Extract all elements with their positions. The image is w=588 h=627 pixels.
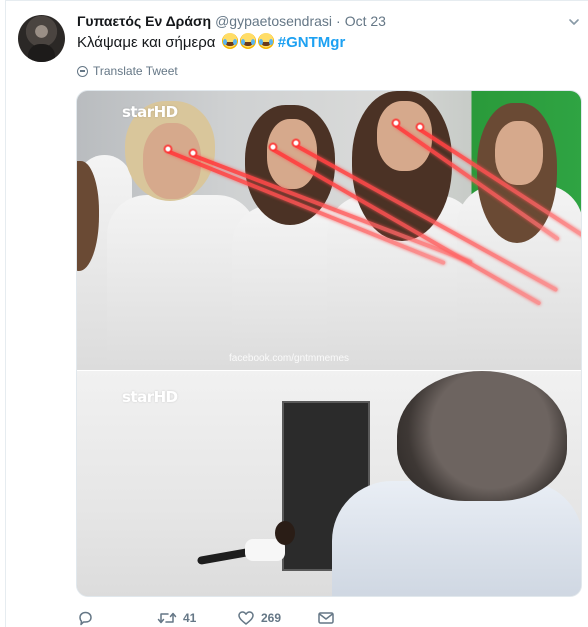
translate-tweet-link[interactable]: Translate Tweet [77,64,178,78]
tweet-text: Κλάψαμε και σήμερα #GNTMgr [77,33,345,53]
avatar[interactable] [18,15,65,62]
direct-message-button[interactable] [317,610,335,626]
tweet-actions: 41 269 [77,610,377,627]
tears-of-joy-emoji-icon [257,33,274,49]
image-watermark: facebook.com/gntmmemes [229,353,350,364]
laser-eye-icon [268,142,278,152]
username-handle[interactable]: @gypaetosendrasi [215,13,332,29]
like-button[interactable]: 269 [237,610,281,626]
tweet-timestamp[interactable]: Oct 23 [345,13,386,29]
laser-eye-icon [391,118,401,128]
tweet-top-border [5,0,588,1]
tweet-body: Κλάψαμε και σήμερα [77,34,216,51]
retweet-count: 41 [183,611,197,625]
envelope-icon [318,612,334,624]
tears-of-joy-emoji-icon [221,33,238,49]
channel-logo: starHD [122,388,178,406]
channel-logo: starHD [122,103,178,121]
chevron-down-icon[interactable] [568,16,580,28]
hashtag-link[interactable]: #GNTMgr [278,34,346,51]
tweet-media[interactable]: starHD facebook.com/gntmmemes starHD [76,90,582,597]
media-panel-bottom: starHD [77,371,581,596]
tweet-header: Γυπαετός Εν Δράση @gypaetosendrasi · Oct… [77,13,386,31]
model-face [495,121,543,185]
retweet-button[interactable]: 41 [157,610,196,626]
retweet-icon [157,612,177,624]
timeline-left-border [5,0,6,627]
media-panel-top: starHD facebook.com/gntmmemes [77,91,581,370]
header-separator: · [336,13,341,29]
laser-eye-icon [415,122,425,132]
heart-icon [238,611,254,625]
like-count: 269 [261,611,282,625]
display-name[interactable]: Γυπαετός Εν Δράση [77,13,211,29]
globe-icon [77,65,88,77]
judge-head [397,371,567,501]
model-face [377,101,432,171]
avatar-figure [28,44,55,62]
model-on-floor [196,521,307,571]
laser-eye-icon [188,148,198,158]
laser-eye-icon [163,144,173,154]
laser-eye-icon [291,138,301,148]
translate-label: Translate Tweet [93,64,178,78]
reply-icon [79,611,92,626]
tears-of-joy-emoji-icon [239,33,256,49]
reply-button[interactable] [77,610,94,626]
